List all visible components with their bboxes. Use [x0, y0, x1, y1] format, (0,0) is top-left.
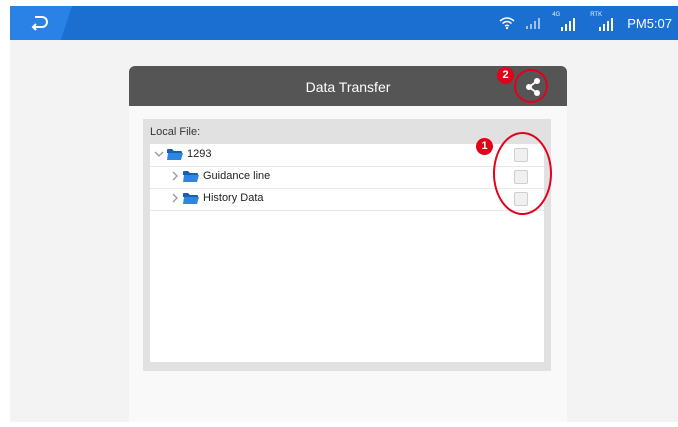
- share-icon: [526, 78, 540, 96]
- clock-time: PM5:07: [627, 15, 672, 31]
- annotation-badge-2: 2: [497, 67, 514, 84]
- device-screen: 4G RTK PM5:07 Data Transfer Local File: …: [10, 6, 678, 422]
- tree-row-history-data[interactable]: History Data: [150, 188, 544, 211]
- tree-label-history-data: History Data: [203, 192, 264, 204]
- tree-row-guidance-line[interactable]: Guidance line: [150, 166, 544, 189]
- share-button[interactable]: [518, 72, 548, 102]
- back-icon: [31, 16, 48, 31]
- wifi-icon: [499, 17, 515, 30]
- data-transfer-dialog: Data Transfer Local File: 1293 Guidance …: [129, 66, 567, 422]
- checkbox-highlight-oval: [493, 132, 552, 215]
- signal-weak-icon: [526, 18, 541, 29]
- annotation-badge-1: 1: [476, 138, 493, 155]
- folder-icon: [167, 149, 183, 160]
- tree-label-guidance-line: Guidance line: [203, 170, 271, 182]
- tree-label-1293: 1293: [187, 148, 212, 160]
- rtk-signal-icon: RTK: [589, 12, 617, 33]
- file-tree: 1293 Guidance line History Data: [150, 144, 544, 362]
- folder-icon: [183, 171, 199, 182]
- status-bar: 4G RTK PM5:07: [10, 6, 678, 40]
- back-button[interactable]: [10, 6, 72, 40]
- folder-icon: [183, 193, 199, 204]
- chevron-right-icon[interactable]: [170, 171, 180, 181]
- signal-4g-icon: 4G: [551, 12, 579, 33]
- status-icons: 4G RTK PM5:07: [499, 6, 678, 40]
- chevron-right-icon[interactable]: [170, 193, 180, 203]
- local-file-label: Local File:: [150, 126, 201, 138]
- dialog-body: Local File: 1293 Guidance line History D…: [143, 119, 551, 371]
- chevron-down-icon[interactable]: [154, 149, 164, 159]
